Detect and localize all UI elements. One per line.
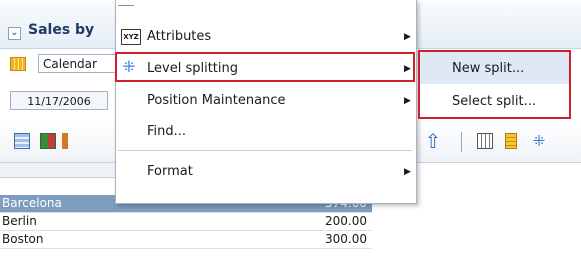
- level-split-icon[interactable]: ⁜: [530, 133, 548, 149]
- menu-separator: [118, 150, 412, 151]
- table-row[interactable]: Berlin 200.00: [0, 213, 372, 231]
- calendar-icon: [10, 57, 26, 71]
- row-value: 200.00: [325, 214, 367, 228]
- ruler-icon[interactable]: [505, 133, 517, 149]
- menu-item-label: Position Maintenance: [147, 93, 286, 108]
- menu-item-label: Attributes: [147, 29, 212, 44]
- menu-item-attributes[interactable]: Attributes ▶: [115, 22, 415, 52]
- grid-layout-icon[interactable]: [477, 133, 493, 149]
- menu-item-level-splitting[interactable]: Level splitting ▶: [115, 52, 415, 82]
- submenu-arrow-icon: ▶: [404, 167, 411, 177]
- submenu-arrow-icon: ▶: [404, 32, 411, 42]
- row-city: Boston: [2, 232, 44, 246]
- chart-view-icon[interactable]: [40, 133, 56, 149]
- menu-item-label: Level splitting: [147, 61, 238, 76]
- panel-title: Sales by: [28, 22, 95, 38]
- row-city: Berlin: [2, 214, 37, 228]
- menu-item-label: Format: [147, 164, 193, 179]
- table-view-icon[interactable]: [14, 133, 30, 149]
- menu-item-find[interactable]: Find...: [115, 117, 415, 147]
- row-city: Barcelona: [2, 196, 62, 210]
- table-row[interactable]: Boston 300.00: [0, 231, 372, 249]
- menu-item-position-maintenance[interactable]: Position Maintenance ▶: [115, 86, 415, 116]
- row-value: 300.00: [325, 232, 367, 246]
- submenu-arrow-icon: ▶: [404, 64, 411, 74]
- date-field[interactable]: 11/17/2006: [10, 91, 108, 110]
- drill-up-icon[interactable]: ⇧: [422, 130, 444, 152]
- submenu-item-select-split[interactable]: Select split...: [452, 94, 536, 109]
- collapse-button[interactable]: ⌄: [8, 27, 21, 40]
- bar-chart-icon[interactable]: [62, 133, 68, 149]
- menu-item-format[interactable]: Format ▶: [115, 157, 415, 187]
- submenu-arrow-icon: ▶: [404, 96, 411, 106]
- submenu-item-label[interactable]: New split...: [452, 61, 524, 76]
- menu-separator: [118, 5, 134, 6]
- menu-item-label: Find...: [147, 124, 187, 139]
- toolbar-divider: [461, 132, 462, 152]
